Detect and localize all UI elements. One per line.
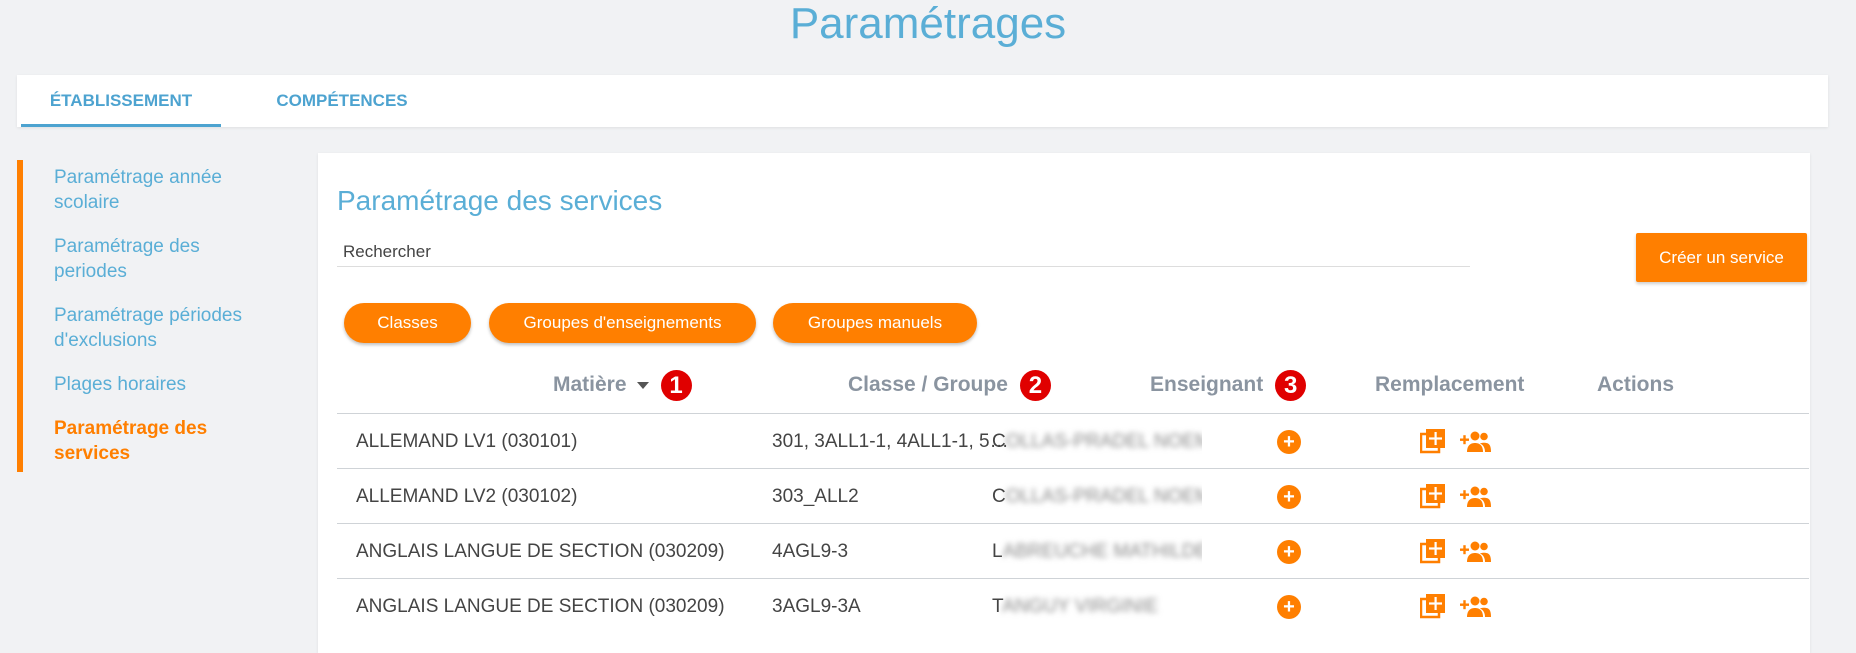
add-to-queue-icon[interactable] bbox=[1420, 428, 1446, 454]
column-header-classe[interactable]: Classe / Groupe 2 bbox=[848, 370, 1051, 401]
cell-matiere: ALLEMAND LV1 (030101) bbox=[356, 431, 578, 452]
cell-enseignant: LABREUCHE MATHILDE bbox=[992, 524, 1202, 579]
sort-caret-icon[interactable] bbox=[636, 382, 649, 389]
add-user-group-icon[interactable] bbox=[1460, 540, 1492, 564]
column-header-enseignant[interactable]: Enseignant 3 bbox=[1150, 370, 1307, 401]
cell-matiere: ANGLAIS LANGUE DE SECTION (030209) bbox=[356, 596, 725, 617]
table-row[interactable]: ANGLAIS LANGUE DE SECTION (030209) 3AGL9… bbox=[337, 578, 1809, 634]
search-input[interactable] bbox=[337, 238, 1470, 267]
enseignant-initial: C bbox=[992, 431, 1006, 452]
enseignant-name-blurred: OLLAS-PRADEL NOEMIE bbox=[1005, 431, 1202, 452]
sidebar: Paramétrage année scolaire Paramétrage d… bbox=[17, 160, 278, 472]
filter-classes-button[interactable]: Classes bbox=[344, 303, 471, 343]
add-to-queue-icon[interactable] bbox=[1420, 538, 1446, 564]
plus-circle-icon[interactable]: + bbox=[1277, 485, 1301, 509]
filter-groupes-manuels-button[interactable]: Groupes manuels bbox=[773, 303, 977, 343]
add-user-group-icon[interactable] bbox=[1460, 595, 1492, 619]
column-header-remplacement: Remplacement bbox=[1375, 373, 1525, 396]
column-label-enseignant: Enseignant bbox=[1150, 373, 1264, 397]
badge-2: 2 bbox=[1019, 370, 1051, 401]
table-row[interactable]: ALLEMAND LV2 (030102) 303_ALL2 COLLAS-PR… bbox=[337, 468, 1809, 524]
enseignant-initial: C bbox=[992, 486, 1006, 507]
badge-1: 1 bbox=[660, 370, 692, 401]
cell-enseignant: COLLAS-PRADEL NOEMIE bbox=[992, 414, 1202, 469]
cell-matiere: ALLEMAND LV2 (030102) bbox=[356, 486, 578, 507]
filter-groupes-enseignements-button[interactable]: Groupes d'enseignements bbox=[489, 303, 756, 343]
cell-enseignant: COLLAS-PRADEL NOEMIE bbox=[992, 469, 1202, 524]
column-label-classe: Classe / Groupe bbox=[848, 373, 1008, 397]
column-header-actions: Actions bbox=[1597, 373, 1675, 396]
add-user-group-icon[interactable] bbox=[1460, 485, 1492, 509]
cell-classe: 303_ALL2 bbox=[772, 486, 859, 507]
cell-classe: 301, 3ALL1-1, 4ALL1-1, 5… bbox=[772, 431, 1009, 452]
sidebar-item-annee-scolaire[interactable]: Paramétrage année scolaire bbox=[54, 165, 274, 215]
sidebar-item-periodes[interactable]: Paramétrage des periodes bbox=[54, 234, 274, 284]
plus-circle-icon[interactable]: + bbox=[1277, 430, 1301, 454]
table-row[interactable]: ANGLAIS LANGUE DE SECTION (030209) 4AGL9… bbox=[337, 523, 1809, 579]
column-label-matiere: Matière bbox=[553, 373, 627, 397]
cell-enseignant: TANGUY VIRGINIE bbox=[992, 579, 1202, 634]
enseignant-initial: L bbox=[992, 541, 1003, 562]
plus-circle-icon[interactable]: + bbox=[1277, 595, 1301, 619]
column-header-matiere[interactable]: Matière 1 bbox=[553, 370, 692, 401]
page-title: Paramétrages bbox=[789, 0, 1067, 48]
table-row[interactable]: ALLEMAND LV1 (030101) 301, 3ALL1-1, 4ALL… bbox=[337, 413, 1809, 469]
enseignant-name-blurred: ABREUCHE MATHILDE bbox=[1002, 541, 1202, 562]
services-card: Paramétrage des services Créer un servic… bbox=[318, 153, 1810, 653]
card-title: Paramétrage des services bbox=[337, 185, 663, 216]
cell-matiere: ANGLAIS LANGUE DE SECTION (030209) bbox=[356, 541, 725, 562]
add-to-queue-icon[interactable] bbox=[1420, 483, 1446, 509]
sidebar-item-services[interactable]: Paramétrage des services bbox=[54, 416, 274, 466]
plus-circle-icon[interactable]: + bbox=[1277, 540, 1301, 564]
sidebar-item-exclusions[interactable]: Paramétrage périodes d'exclusions bbox=[54, 303, 274, 353]
enseignant-name-blurred: ANGUY VIRGINIE bbox=[1002, 596, 1159, 617]
add-to-queue-icon[interactable] bbox=[1420, 593, 1446, 619]
add-user-group-icon[interactable] bbox=[1460, 430, 1492, 454]
cell-classe: 3AGL9-3A bbox=[772, 596, 861, 617]
badge-3: 3 bbox=[1275, 370, 1307, 401]
tab-competences[interactable]: COMPÉTENCES bbox=[237, 75, 447, 127]
tab-etablissement[interactable]: ÉTABLISSEMENT bbox=[21, 75, 221, 127]
enseignant-name-blurred: OLLAS-PRADEL NOEMIE bbox=[1005, 486, 1202, 507]
cell-classe: 4AGL9-3 bbox=[772, 541, 849, 562]
enseignant-initial: T bbox=[992, 596, 1003, 617]
tab-bar: ÉTABLISSEMENT COMPÉTENCES bbox=[17, 75, 1828, 127]
sidebar-item-plages-horaires[interactable]: Plages horaires bbox=[54, 372, 274, 397]
create-service-button[interactable]: Créer un service bbox=[1636, 233, 1807, 282]
